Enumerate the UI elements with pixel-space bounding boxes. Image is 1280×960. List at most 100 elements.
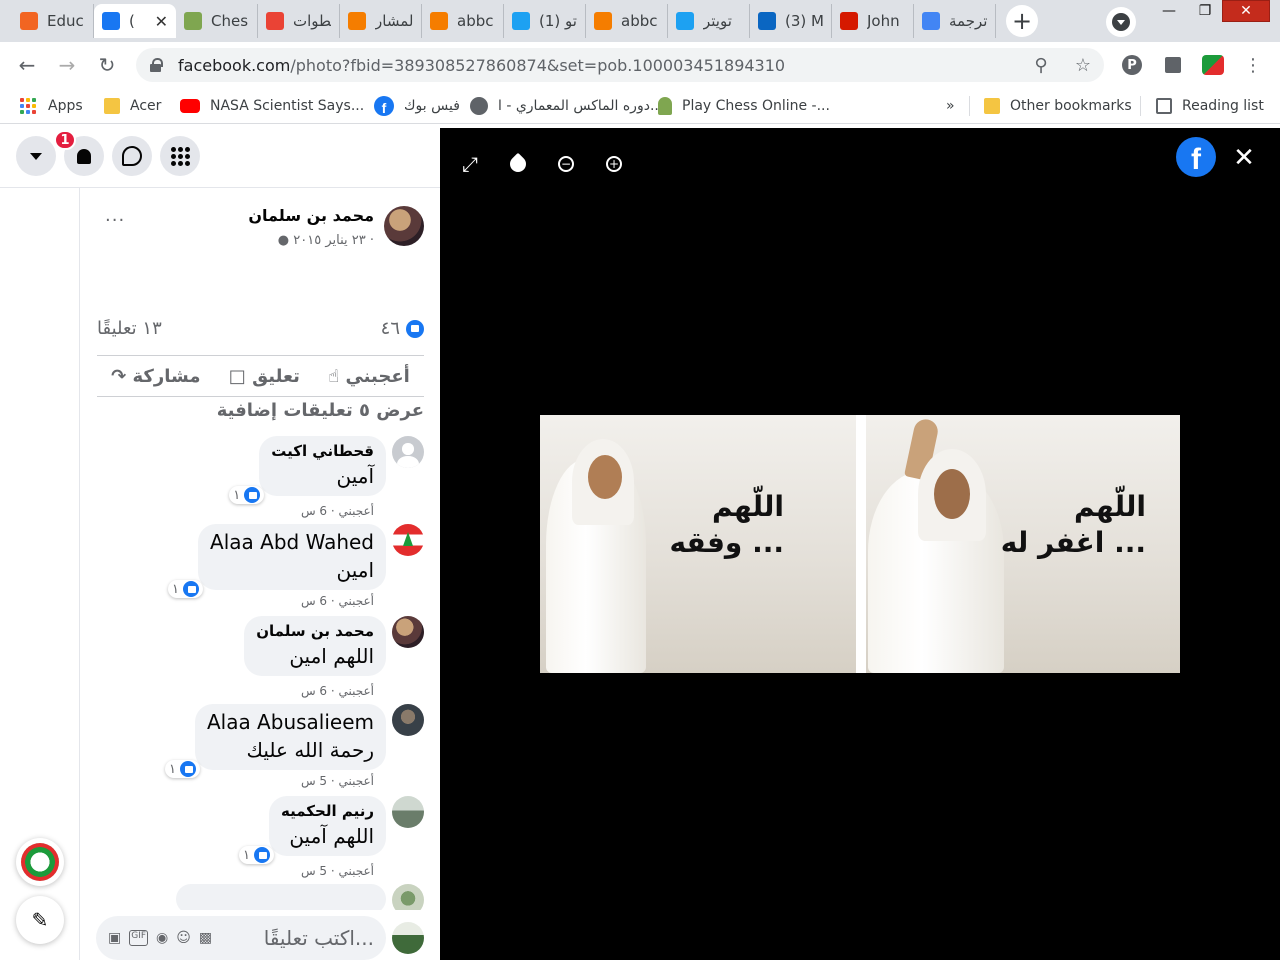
camera-icon[interactable]: ◉ bbox=[156, 930, 168, 946]
commenter-avatar[interactable] bbox=[392, 796, 424, 828]
browser-tab[interactable]: John bbox=[832, 4, 914, 38]
emoji-icon[interactable]: ☺ bbox=[176, 930, 191, 946]
bookmark-nasa[interactable]: NASA Scientist Says... bbox=[180, 94, 364, 118]
browser-tab[interactable]: abbc bbox=[586, 4, 668, 38]
comment-like-link[interactable]: أعجبني bbox=[339, 774, 374, 788]
back-button[interactable]: ← bbox=[12, 50, 42, 80]
bookmark-chess[interactable]: Play Chess Online -... bbox=[658, 94, 830, 118]
tab-title: ترجمة bbox=[949, 12, 987, 30]
share-button[interactable]: ↷ مشاركة bbox=[111, 366, 200, 387]
new-message-button[interactable]: ✎ bbox=[16, 896, 64, 944]
url-host: facebook.com bbox=[178, 55, 291, 75]
browser-tab[interactable]: Ches bbox=[176, 4, 258, 38]
browser-tab[interactable]: Educ bbox=[12, 4, 94, 38]
commenter-avatar[interactable] bbox=[392, 704, 424, 736]
comment-reactions[interactable]: ١ bbox=[164, 760, 200, 778]
browser-tab[interactable]: ترجمة bbox=[914, 4, 996, 38]
bookmark-apps[interactable]: Apps bbox=[20, 94, 83, 118]
bookmark-max-course[interactable]: دوره الماكس المعماري - ا... bbox=[470, 94, 663, 118]
comment-button[interactable]: □ تعليق bbox=[229, 366, 300, 387]
account-menu-button[interactable] bbox=[16, 136, 56, 176]
kebab-menu-icon[interactable]: ⋮ bbox=[1238, 50, 1268, 80]
comment-count[interactable]: ١٣ تعليقًا bbox=[97, 318, 162, 339]
gif-icon[interactable]: GIF bbox=[129, 930, 149, 946]
browser-tab[interactable]: المشار bbox=[340, 4, 422, 38]
more-options-button[interactable]: ··· bbox=[105, 210, 125, 231]
tab-title: خطوات bbox=[293, 12, 331, 30]
pinterest-extension-icon[interactable]: P bbox=[1117, 50, 1147, 80]
browser-tab[interactable]: (3) M bbox=[750, 4, 832, 38]
comment-reactions[interactable]: ١ bbox=[239, 846, 275, 864]
commenter-avatar[interactable] bbox=[392, 436, 424, 468]
commenter-avatar[interactable] bbox=[392, 524, 424, 556]
like-count-row[interactable]: ٤٦ bbox=[381, 318, 424, 339]
browser-tab[interactable]: تويتر bbox=[668, 4, 750, 38]
author-avatar[interactable] bbox=[384, 206, 424, 246]
address-bar[interactable]: facebook.com/photo?fbid=389308527860874&… bbox=[136, 48, 1104, 82]
profile-avatar-icon[interactable] bbox=[1198, 50, 1228, 80]
facebook-logo[interactable]: f bbox=[1176, 137, 1216, 177]
like-reaction-icon bbox=[179, 761, 196, 777]
fullscreen-icon[interactable]: ⤢ bbox=[456, 150, 484, 178]
tab-title: تويتر bbox=[703, 12, 732, 30]
reading-list-button[interactable]: Reading list bbox=[1156, 94, 1264, 118]
messenger-button[interactable] bbox=[112, 136, 152, 176]
bell-icon bbox=[77, 148, 91, 164]
comment-like-link[interactable]: أعجبني bbox=[339, 594, 374, 608]
comment-time[interactable]: 5 س bbox=[301, 774, 327, 788]
sticker-icon[interactable]: ▣ bbox=[108, 930, 121, 946]
comment-like-link[interactable]: أعجبني bbox=[339, 864, 374, 878]
commenter-name[interactable]: قحطاني اكيت bbox=[271, 442, 374, 460]
like-button[interactable]: ☝ أعجبني bbox=[328, 366, 410, 387]
zoom-out-icon[interactable]: − bbox=[552, 150, 580, 178]
view-more-comments[interactable]: عرض ٥ تعليقات إضافية bbox=[217, 400, 424, 421]
commenter-name[interactable]: Alaa Abd Wahed bbox=[210, 530, 374, 554]
comment-time[interactable]: 6 س bbox=[301, 504, 327, 518]
bookmark-acer[interactable]: Acer bbox=[104, 94, 161, 118]
minimize-button[interactable]: — bbox=[1150, 0, 1188, 22]
comment-reactions[interactable]: ١ bbox=[229, 486, 265, 504]
new-tab-button[interactable]: + bbox=[1006, 5, 1038, 37]
comment-time[interactable]: 5 س bbox=[301, 864, 327, 878]
comment-time[interactable]: 6 س bbox=[301, 684, 327, 698]
tab-title: Educ bbox=[47, 12, 84, 30]
commenter-avatar[interactable] bbox=[392, 616, 424, 648]
browser-tab[interactable]: (✕ bbox=[94, 4, 176, 38]
browser-tab-strip: Educ(✕Chesخطواتالمشارabbc(1) توabbcتويتر… bbox=[0, 0, 1280, 42]
compose-icon: ✎ bbox=[31, 908, 49, 932]
browser-tab[interactable]: abbc bbox=[422, 4, 504, 38]
menu-button[interactable] bbox=[160, 136, 200, 176]
commenter-name[interactable]: محمد بن سلمان bbox=[256, 622, 374, 640]
commenter-name[interactable]: رنيم الحكميه bbox=[281, 802, 374, 820]
comment-reactions[interactable]: ١ bbox=[168, 580, 204, 598]
browser-tab[interactable]: (1) تو bbox=[504, 4, 586, 38]
close-tab-icon[interactable]: ✕ bbox=[155, 12, 168, 31]
forward-button[interactable]: → bbox=[52, 50, 82, 80]
tab-search-button[interactable] bbox=[1106, 7, 1136, 37]
commenter-name[interactable]: Alaa Abusalieem bbox=[207, 710, 374, 734]
browser-tab[interactable]: خطوات bbox=[258, 4, 340, 38]
post-author[interactable]: محمد بن سلمان bbox=[248, 206, 374, 225]
bookmarks-overflow-button[interactable]: » bbox=[946, 94, 955, 118]
bookmark-facebook[interactable]: f فيس بوك bbox=[374, 94, 460, 118]
window-close-button[interactable]: ✕ bbox=[1222, 0, 1270, 22]
bookmark-other[interactable]: Other bookmarks bbox=[984, 94, 1132, 118]
avatar-sticker-icon[interactable]: ▩ bbox=[199, 930, 212, 946]
caption-line: وفقه ... bbox=[669, 526, 784, 559]
comment-like-link[interactable]: أعجبني bbox=[339, 684, 374, 698]
globe-icon: ● bbox=[277, 233, 290, 248]
reload-button[interactable]: ↻ bbox=[92, 50, 122, 80]
bookmark-star-icon[interactable]: ☆ bbox=[1068, 48, 1098, 82]
close-photo-button[interactable]: ✕ bbox=[1230, 143, 1258, 173]
zoom-icon[interactable]: ⚲ bbox=[1026, 48, 1056, 82]
comment-time[interactable]: 6 س bbox=[301, 594, 327, 608]
extensions-puzzle-icon[interactable] bbox=[1158, 50, 1188, 80]
comment-input[interactable]: ▣ GIF ◉ ☺ ▩ اكتب تعليقًا... bbox=[96, 916, 386, 960]
page-logo-shortcut[interactable] bbox=[16, 838, 64, 886]
restore-button[interactable]: ❐ bbox=[1188, 0, 1222, 22]
linkedin-favicon bbox=[758, 12, 776, 30]
post-date[interactable]: ٢٣ يناير ٢٠١٥ · bbox=[293, 233, 374, 248]
comment-like-link[interactable]: أعجبني bbox=[339, 504, 374, 518]
tag-icon[interactable] bbox=[504, 150, 532, 178]
zoom-in-icon[interactable]: + bbox=[600, 150, 628, 178]
